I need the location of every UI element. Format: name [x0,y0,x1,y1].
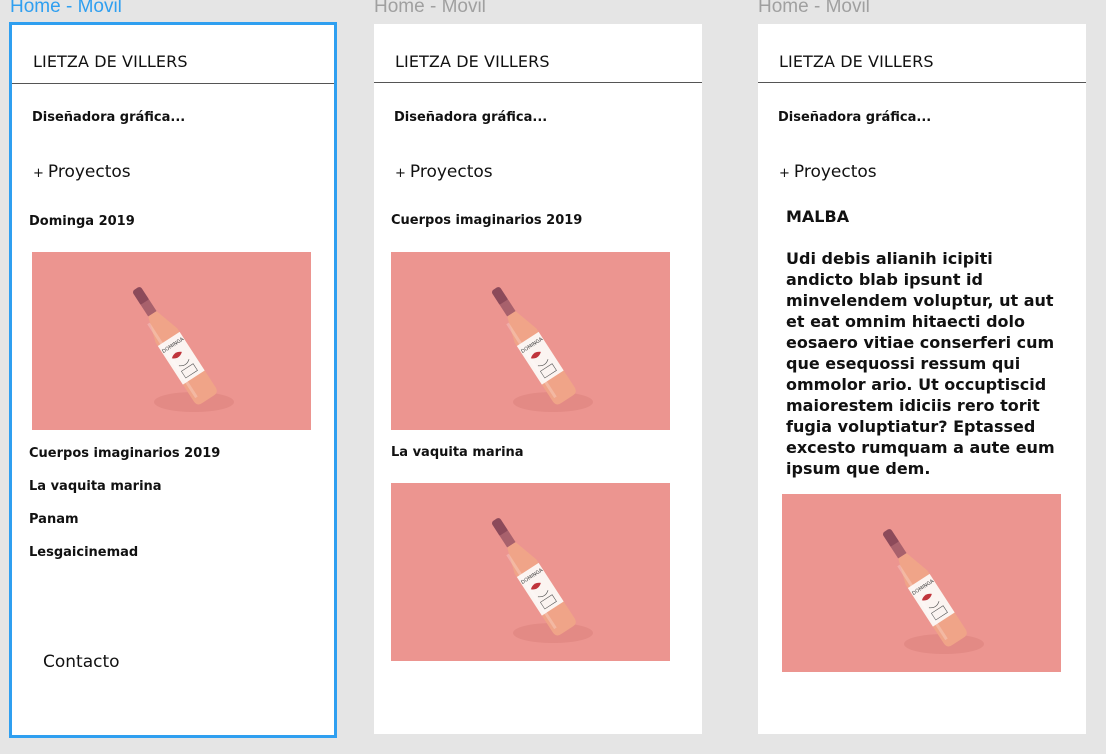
project-photo[interactable]: DOMINGA [782,494,1061,672]
site-header: LIETZA DE VILLERS [374,24,702,83]
project-photo[interactable]: DOMINGA [32,252,311,430]
projects-link-label: Proyectos [47,162,131,182]
wine-bottle-image: DOMINGA [782,494,1061,672]
project-title[interactable]: La vaquita marina [391,445,524,460]
subtitle: Diseñadora gráfica... [778,110,932,125]
project-photo[interactable]: DOMINGA [391,483,670,661]
artboard-home-2[interactable]: LIETZA DE VILLERS Diseñadora gráfica... … [374,24,702,734]
project-list-item[interactable]: Panam [29,512,79,527]
project-title[interactable]: Cuerpos imaginarios 2019 [391,213,582,228]
site-header: LIETZA DE VILLERS [12,25,334,84]
artboard-label-3[interactable]: Home - Movil [758,0,870,18]
projects-link[interactable]: + Proyectos [33,162,131,182]
artboard-home-1[interactable]: LIETZA DE VILLERS Diseñadora gráfica... … [9,22,337,738]
wine-bottle-image: DOMINGA [32,252,311,430]
artboard-label-2[interactable]: Home - Movil [374,0,486,18]
subtitle: Diseñadora gráfica... [394,110,548,125]
projects-link[interactable]: + Proyectos [779,162,877,182]
wine-bottle-image: DOMINGA [391,252,670,430]
plus-icon: + [33,166,44,181]
project-detail-body: Udi debis alianih icipiti andicto blab i… [786,249,1055,478]
project-list-item[interactable]: Cuerpos imaginarios 2019 [29,446,220,461]
featured-project-title[interactable]: Dominga 2019 [29,214,135,229]
contact-link[interactable]: Contacto [43,652,120,672]
artboard-home-3[interactable]: LIETZA DE VILLERS Diseñadora gráfica... … [758,24,1086,734]
site-header: LIETZA DE VILLERS [758,24,1086,83]
plus-icon: + [779,166,790,181]
plus-icon: + [395,166,406,181]
projects-link-label: Proyectos [793,162,877,182]
site-title[interactable]: LIETZA DE VILLERS [779,52,934,71]
project-list-item[interactable]: La vaquita marina [29,479,162,494]
subtitle: Diseñadora gráfica... [32,110,186,125]
projects-link[interactable]: + Proyectos [395,162,493,182]
wine-bottle-image: DOMINGA [391,483,670,661]
project-photo[interactable]: DOMINGA [391,252,670,430]
artboard-label-1[interactable]: Home - Movil [10,0,122,18]
projects-link-label: Proyectos [409,162,493,182]
site-title[interactable]: LIETZA DE VILLERS [33,52,188,71]
project-list-item[interactable]: Lesgaicinemad [29,545,138,560]
project-detail-title: MALBA [786,207,850,226]
site-title[interactable]: LIETZA DE VILLERS [395,52,550,71]
